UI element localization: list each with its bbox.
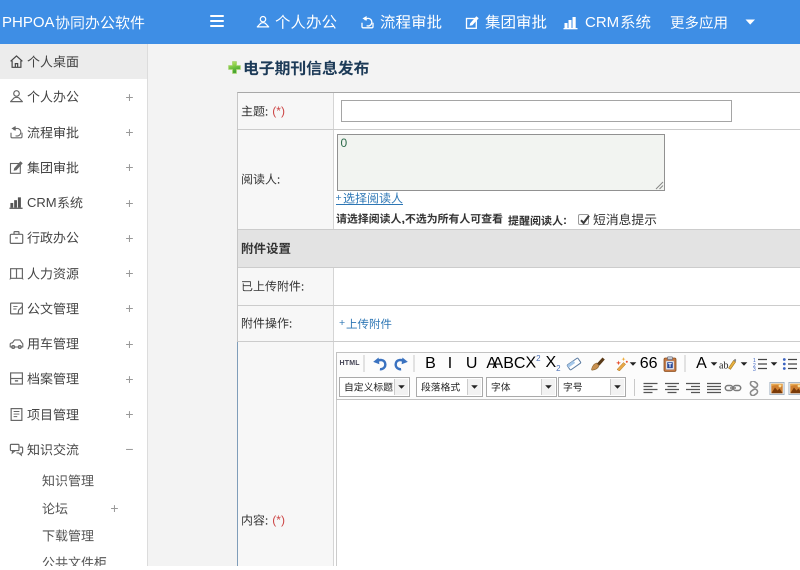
svg-text:3: 3	[753, 367, 756, 371]
svg-text:ab: ab	[719, 360, 728, 371]
